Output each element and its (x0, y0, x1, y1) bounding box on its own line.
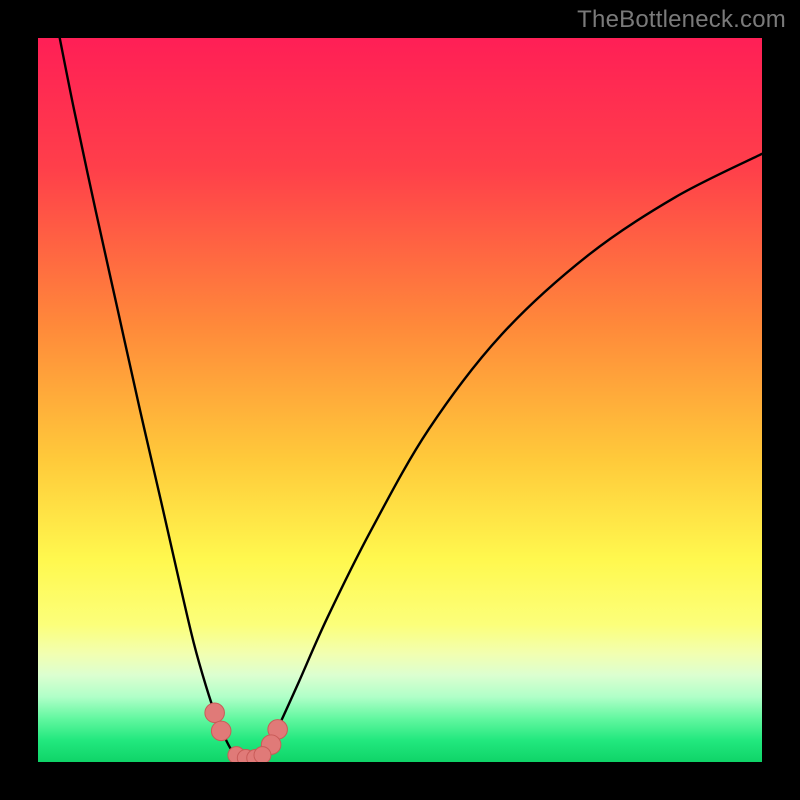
marker-left-knee-lower (211, 721, 231, 741)
plot-area (38, 38, 762, 762)
watermark-text: TheBottleneck.com (577, 6, 786, 34)
marker-floor-4 (254, 747, 271, 762)
marker-left-knee-upper (205, 703, 225, 723)
chart-svg (38, 38, 762, 762)
gradient-background (38, 38, 762, 762)
outer-frame: TheBottleneck.com (0, 0, 800, 800)
